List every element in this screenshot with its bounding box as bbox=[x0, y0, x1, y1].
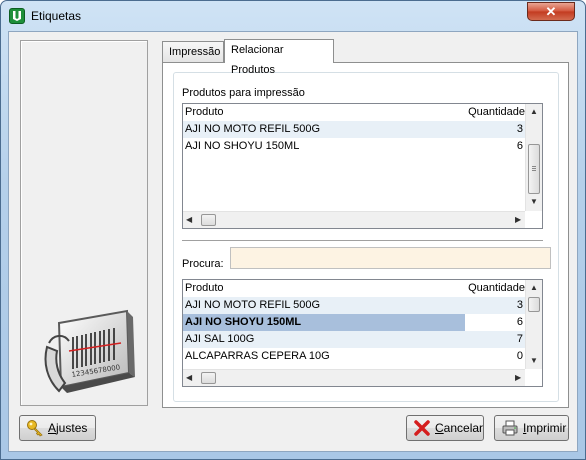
scroll-thumb[interactable] bbox=[528, 144, 540, 194]
horizontal-scrollbar[interactable]: ◀ ▶ bbox=[183, 211, 525, 228]
products-group: Produtos para impressão Produto Quantida… bbox=[173, 72, 559, 402]
row-quantity: 3 bbox=[516, 299, 523, 311]
cancel-label: ancelar bbox=[443, 421, 484, 435]
row-product: AJI SAL 100G bbox=[185, 333, 255, 345]
search-input[interactable] bbox=[230, 247, 551, 269]
vertical-scrollbar[interactable]: ▲ ▼ bbox=[525, 280, 542, 369]
scroll-up-arrow-icon[interactable]: ▲ bbox=[530, 283, 538, 292]
table-row[interactable]: AJI NO MOTO REFIL 500G 3 bbox=[183, 121, 525, 138]
catalog-header: Produto Quantidade bbox=[183, 280, 525, 297]
client-area: 12345678000 Impressão Relacionar Produto… bbox=[8, 31, 578, 452]
app-icon bbox=[9, 8, 25, 24]
table-row[interactable]: AJI NO SHOYU 150ML 6 bbox=[183, 138, 525, 155]
settings-mnemonic: A bbox=[48, 421, 57, 435]
key-icon bbox=[27, 420, 43, 437]
print-label: mprimir bbox=[526, 421, 567, 435]
search-label: Procura: bbox=[182, 258, 224, 270]
barcode-logo-icon: 12345678000 bbox=[44, 309, 135, 393]
column-header-quantity[interactable]: Quantidade bbox=[468, 282, 525, 294]
scroll-thumb[interactable] bbox=[528, 297, 540, 312]
row-product: AJI NO MOTO REFIL 500G bbox=[185, 123, 321, 135]
cancel-x-icon bbox=[414, 420, 430, 436]
print-list-header: Produto Quantidade bbox=[183, 104, 525, 121]
table-row-selected[interactable]: AJI NO SHOYU 150ML 6 bbox=[183, 314, 525, 331]
catalog-grid[interactable]: Produto Quantidade AJI NO MOTO REFIL 500… bbox=[182, 279, 543, 387]
row-quantity: 6 bbox=[516, 140, 523, 152]
row-quantity: 3 bbox=[516, 123, 523, 135]
print-list-title: Produtos para impressão bbox=[182, 87, 305, 99]
settings-button[interactable]: Ajustes bbox=[19, 415, 96, 441]
row-product: ALCAPARRAS CEPERA 10G bbox=[185, 350, 330, 362]
tab-relacionar-produtos[interactable]: Relacionar Produtos bbox=[224, 39, 334, 76]
scroll-thumb[interactable] bbox=[201, 372, 216, 384]
settings-label: justes bbox=[56, 421, 88, 435]
vertical-scrollbar[interactable]: ▲ ▼ bbox=[525, 104, 542, 211]
print-list-grid[interactable]: Produto Quantidade AJI NO MOTO REFIL 500… bbox=[182, 103, 543, 229]
row-product: AJI NO MOTO REFIL 500G bbox=[185, 299, 321, 311]
horizontal-scrollbar[interactable]: ◀ ▶ bbox=[183, 369, 525, 386]
row-quantity: 0 bbox=[516, 350, 523, 362]
row-product: AJI NO SHOYU 150ML bbox=[185, 316, 302, 328]
row-quantity: 7 bbox=[516, 333, 523, 345]
divider bbox=[182, 240, 543, 242]
tab-panel: Produtos para impressão Produto Quantida… bbox=[162, 62, 569, 408]
table-row[interactable]: ALCAPARRAS CEPERA 10G 0 bbox=[183, 348, 525, 365]
printer-icon bbox=[502, 420, 518, 436]
column-header-product[interactable]: Produto bbox=[185, 282, 224, 294]
scroll-down-arrow-icon[interactable]: ▼ bbox=[530, 356, 538, 365]
table-row[interactable]: AJI SAL 100G 7 bbox=[183, 331, 525, 348]
close-button[interactable]: ✕ bbox=[527, 2, 575, 21]
cancel-mnemonic: C bbox=[435, 421, 444, 435]
scroll-down-arrow-icon[interactable]: ▼ bbox=[530, 197, 538, 206]
column-header-quantity[interactable]: Quantidade bbox=[468, 106, 525, 118]
print-button[interactable]: Imprimir bbox=[494, 415, 569, 441]
scroll-right-arrow-icon[interactable]: ▶ bbox=[515, 373, 521, 382]
scroll-left-arrow-icon[interactable]: ◀ bbox=[186, 215, 192, 224]
table-row[interactable]: AJI NO MOTO REFIL 500G 3 bbox=[183, 297, 525, 314]
tab-impressao[interactable]: Impressão bbox=[162, 41, 224, 63]
row-product: AJI NO SHOYU 150ML bbox=[185, 140, 300, 152]
cancel-button[interactable]: Cancelar bbox=[406, 415, 484, 441]
scroll-up-arrow-icon[interactable]: ▲ bbox=[530, 107, 538, 116]
scroll-left-arrow-icon[interactable]: ◀ bbox=[186, 373, 192, 382]
row-quantity: 6 bbox=[516, 316, 523, 328]
scroll-thumb[interactable] bbox=[201, 214, 216, 226]
side-panel: 12345678000 bbox=[20, 40, 148, 406]
column-header-product[interactable]: Produto bbox=[185, 106, 224, 118]
title-bar: Etiquetas ✕ bbox=[1, 1, 585, 31]
window-title: Etiquetas bbox=[31, 9, 82, 23]
scroll-right-arrow-icon[interactable]: ▶ bbox=[515, 215, 521, 224]
dialog-window: Etiquetas ✕ 12345678000 Impressão Relaci… bbox=[0, 0, 586, 460]
